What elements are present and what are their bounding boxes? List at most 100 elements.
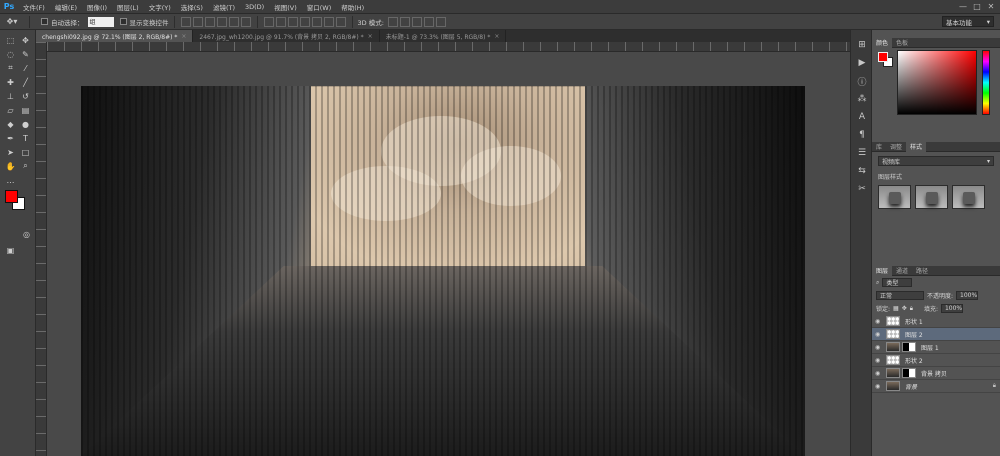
tab-document-2[interactable]: 2467.jpg_wh1200.jpg @ 91.7% (背景 拷贝 2, RG… [193,30,380,42]
menu-help[interactable]: 帮助(H) [336,2,369,12]
history-brush-tool-icon[interactable]: ↺ [19,90,32,102]
quick-mask-icon[interactable]: ◎ [20,228,33,240]
eye-icon[interactable]: ◉ [875,318,883,325]
quick-select-tool-icon[interactable]: ✎ [19,48,32,60]
tab-adjustments[interactable]: 调整 [886,142,906,151]
eye-icon[interactable]: ◉ [875,331,883,338]
layer-row[interactable]: ◉ 背景 拷贝 [872,367,1000,380]
fill-input[interactable]: 100% [940,304,963,313]
tab-swatches[interactable]: 色板 [892,38,912,47]
layer-row[interactable]: ◉ 图层 1 [872,341,1000,354]
tab-channels[interactable]: 通道 [892,266,912,275]
tab-document-3[interactable]: 未标题-1 @ 73.3% (图层 5, RGB/8) * × [380,30,507,42]
eye-icon[interactable]: ◉ [875,370,883,377]
crop-tool-icon[interactable]: ⌗ [4,62,17,74]
color-swatches[interactable] [5,190,31,216]
distribute-left-icon[interactable] [299,16,310,27]
3d-scale-icon[interactable] [435,16,446,27]
document-canvas[interactable] [81,86,805,456]
info-icon[interactable]: ⓘ [851,72,873,90]
brush-tool-icon[interactable]: ╱ [19,76,32,88]
align-right-icon[interactable] [240,16,251,27]
screen-mode-icon[interactable]: ▣ [4,244,17,256]
auto-align-icon[interactable] [335,16,346,27]
3d-pan-icon[interactable] [411,16,422,27]
auto-select-checkbox[interactable] [41,18,48,25]
layer-row[interactable]: ◉ 背景 🔒︎ [872,380,1000,393]
align-top-icon[interactable] [180,16,191,27]
tab-libraries[interactable]: 库 [872,142,886,151]
filter-kind-dropdown[interactable]: 类型 [882,278,913,287]
move-tool-icon[interactable]: ✥ [19,34,32,46]
tab-paths[interactable]: 路径 [912,266,932,275]
tab-layers[interactable]: 图层 [872,265,893,276]
distribute-right-icon[interactable] [323,16,334,27]
panel-foreground-color[interactable] [878,52,888,62]
distribute-center-icon[interactable] [311,16,322,27]
menu-layer[interactable]: 图层(L) [112,2,144,12]
vertical-ruler[interactable] [36,42,47,456]
healing-brush-tool-icon[interactable]: ✚ [4,76,17,88]
canvas-area[interactable] [47,52,850,456]
align-middle-icon[interactable] [192,16,203,27]
layer-row-selected[interactable]: ◉ 图层 2 [872,328,1000,341]
play-icon[interactable]: ▶ [851,54,873,72]
tool-preset-icon[interactable]: ✂ [851,180,873,198]
eraser-tool-icon[interactable]: ▱ [4,104,17,116]
align-left-icon[interactable] [216,16,227,27]
adjust-icon[interactable]: ☰ [851,144,873,162]
lock-all-icon[interactable]: 🔒︎ [910,305,913,313]
layer-row[interactable]: ◉ 形状 2 [872,354,1000,367]
menu-3d[interactable]: 3D(D) [240,3,269,11]
align-center-icon[interactable] [228,16,239,27]
gradient-tool-icon[interactable]: ▤ [19,104,32,116]
menu-filter[interactable]: 滤镜(T) [208,2,240,12]
pen-tool-icon[interactable]: ✒ [4,132,17,144]
menu-view[interactable]: 视图(V) [269,2,302,12]
lock-pixels-icon[interactable]: ▦ [893,305,899,312]
eye-icon[interactable]: ◉ [875,344,883,351]
library-dropdown[interactable]: 视频库 ▾ [878,156,994,166]
eyedropper-tool-icon[interactable]: ⁄ [19,62,32,74]
close-icon[interactable]: × [368,33,373,40]
style-preset[interactable] [915,185,948,209]
menu-type[interactable]: 文字(Y) [144,2,176,12]
style-preset[interactable] [878,185,911,209]
blur-tool-icon[interactable]: ◆ [4,118,17,130]
workspace-switcher[interactable]: 基本功能 ▾ [942,16,994,27]
distribute-bottom-icon[interactable] [287,16,298,27]
eye-icon[interactable]: ◉ [875,383,883,390]
lock-position-icon[interactable]: ✥ [902,305,907,312]
move-tool-preset-icon[interactable]: ✥▾ [0,15,24,29]
shape-tool-icon[interactable]: □ [19,146,32,158]
3d-roll-icon[interactable] [399,16,410,27]
menu-select[interactable]: 选择(S) [176,2,208,12]
auto-select-dropdown[interactable]: 组 [87,16,114,27]
tab-document-1[interactable]: chengshi092.jpg @ 72.1% (图层 2, RGB/8#) *… [36,30,194,42]
tab-styles[interactable]: 样式 [906,141,927,152]
menu-window[interactable]: 窗口(W) [302,2,337,12]
paragraph-icon[interactable]: ¶ [851,126,873,144]
style-preset[interactable] [952,185,985,209]
zoom-tool-icon[interactable]: ⌕ [19,160,32,172]
menu-image[interactable]: 图像(I) [82,2,112,12]
3d-rotate-icon[interactable] [387,16,398,27]
history-icon[interactable]: ⊞ [851,36,873,54]
opacity-input[interactable]: 100% [956,291,979,300]
color-picker-field[interactable] [897,50,977,115]
3d-slide-icon[interactable] [423,16,434,27]
layer-row[interactable]: ◉ 形状 1 [872,315,1000,328]
blend-mode-dropdown[interactable]: 正常 [876,291,924,300]
foreground-color[interactable] [5,190,18,203]
horizontal-ruler[interactable] [47,42,850,52]
close-icon[interactable]: × [494,33,499,40]
menu-edit[interactable]: 编辑(E) [50,2,82,12]
minimize-button[interactable]: — [956,0,970,12]
clone-stamp-tool-icon[interactable]: ⊥ [4,90,17,102]
distribute-top-icon[interactable] [263,16,274,27]
character-icon[interactable]: A [851,108,873,126]
lasso-tool-icon[interactable]: ◌ [4,48,17,60]
distribute-middle-icon[interactable] [275,16,286,27]
close-button[interactable]: ✕ [984,0,998,12]
hue-slider[interactable] [982,50,990,115]
